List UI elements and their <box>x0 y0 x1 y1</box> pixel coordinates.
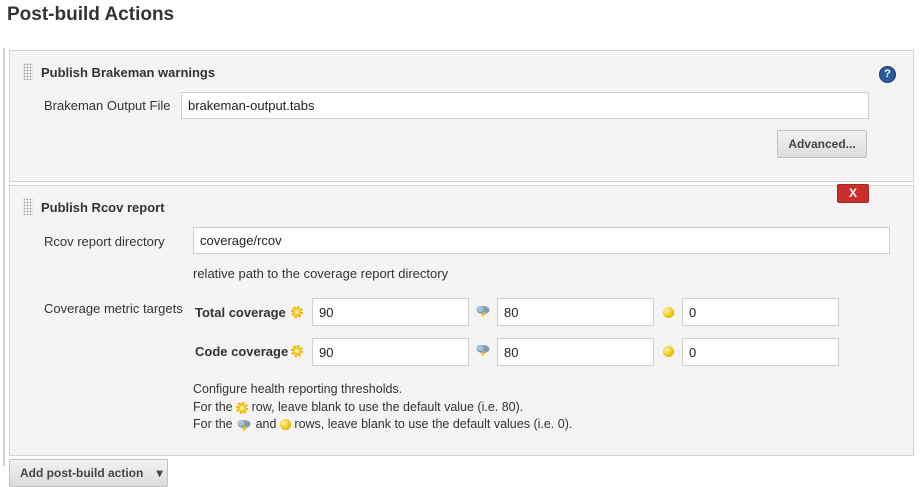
brakeman-output-file-input[interactable] <box>181 92 869 119</box>
help-line-2-pre: For the <box>193 400 233 414</box>
chevron-down-icon: ▾ <box>156 466 163 480</box>
coverage-targets-label: Coverage metric targets <box>44 301 183 316</box>
add-post-build-action-button[interactable]: Add post-build action ▾ <box>9 459 168 487</box>
advanced-button[interactable]: Advanced... <box>777 130 867 158</box>
delete-button[interactable]: X <box>837 184 869 203</box>
brakeman-section-title: Publish Brakeman warnings <box>41 65 216 80</box>
section-border <box>3 48 5 466</box>
total-coverage-unstable-input[interactable] <box>682 298 839 326</box>
total-coverage-unhealthy-input[interactable] <box>497 298 654 326</box>
help-icon[interactable]: ? <box>879 66 896 83</box>
page-title: Post-build Actions <box>7 4 175 25</box>
storm-cloud-icon <box>237 419 251 432</box>
code-coverage-healthy-input[interactable] <box>312 338 469 366</box>
code-coverage-unhealthy-input[interactable] <box>497 338 654 366</box>
rcov-dir-input[interactable] <box>193 227 890 254</box>
sun-icon <box>291 345 303 357</box>
drag-handle-icon[interactable] <box>23 63 33 80</box>
storm-cloud-icon <box>476 345 490 357</box>
help-line-3-pre: For the <box>193 417 233 431</box>
help-line-2: For the row, leave blank to use the defa… <box>193 400 523 414</box>
code-coverage-label: Code coverage <box>195 344 289 359</box>
sun-icon <box>236 401 249 414</box>
add-post-build-action-label: Add post-build action <box>20 466 144 480</box>
help-line-3-post: rows, leave blank to use the default val… <box>294 417 573 431</box>
brakeman-output-file-label: Brakeman Output File <box>44 98 171 113</box>
rcov-section-title: Publish Rcov report <box>41 200 165 215</box>
rcov-dir-label: Rcov report directory <box>44 234 165 249</box>
total-coverage-healthy-input[interactable] <box>312 298 469 326</box>
sun-icon <box>291 306 303 318</box>
rcov-dir-hint: relative path to the coverage report dir… <box>193 266 449 281</box>
help-line-3: For the and rows, leave blank to use the… <box>193 417 572 432</box>
drag-handle-icon[interactable] <box>23 198 33 215</box>
yellow-ball-icon <box>663 307 674 318</box>
yellow-ball-icon <box>663 346 674 357</box>
code-coverage-unstable-input[interactable] <box>682 338 839 366</box>
yellow-ball-icon <box>279 419 291 431</box>
help-line-3-mid: and <box>255 417 277 431</box>
total-coverage-label: Total coverage <box>195 305 286 320</box>
threshold-help-text: Configure health reporting thresholds. F… <box>193 382 613 438</box>
help-line-1: Configure health reporting thresholds. <box>193 382 403 396</box>
storm-cloud-icon <box>476 306 490 318</box>
help-line-2-post: row, leave blank to use the default valu… <box>251 400 524 414</box>
